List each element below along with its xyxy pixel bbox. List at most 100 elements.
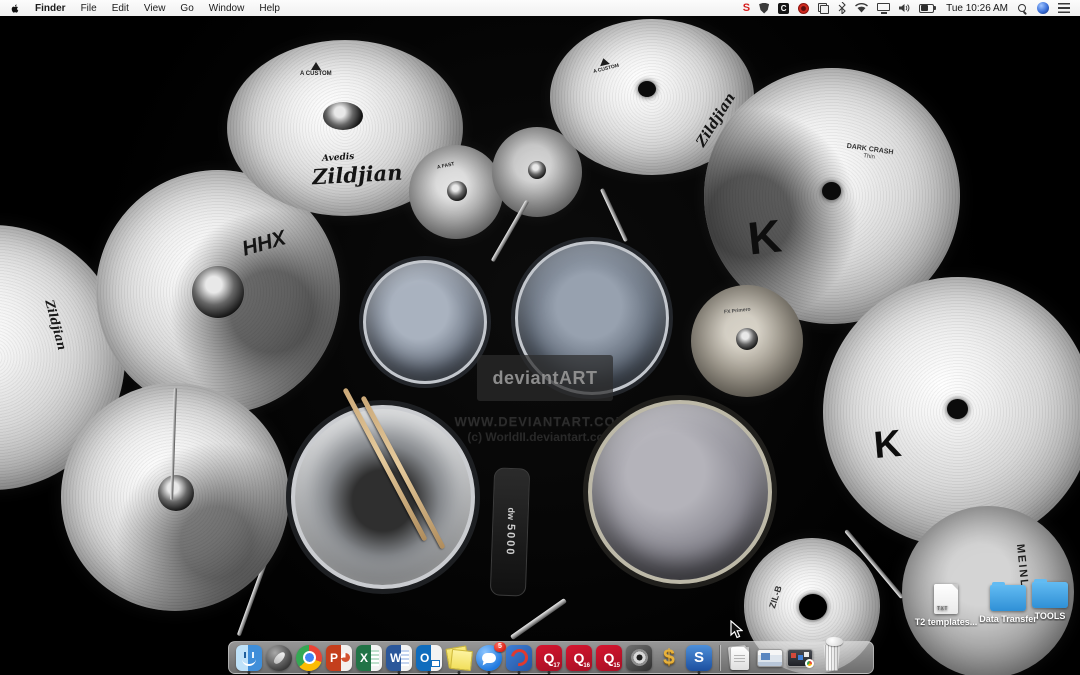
word-letter: W [390,652,401,664]
dock-word[interactable]: W [386,641,412,674]
shield-status-icon[interactable] [759,3,769,14]
floor-tom-drum [588,400,772,584]
dollar-letter: $ [663,647,675,668]
powerpoint-icon: P [326,645,352,671]
dollar-icon: $ [656,645,682,671]
dock-launchpad[interactable] [266,641,292,674]
running-indicator [548,671,551,674]
menu-window[interactable]: Window [209,3,245,14]
desktop-icon-tools[interactable]: TOOLS [1022,582,1078,621]
excel-letter: X [360,652,368,664]
desktop-icon-label: T2 templates... [913,617,979,627]
notification-badge: 5 [494,642,506,652]
running-indicator [698,671,701,674]
minimized-window-thumbnail [757,649,783,667]
wifi-icon[interactable] [855,3,868,13]
cymbal-k-dark-crash-k-logo: K [745,208,784,265]
running-indicator [488,671,491,674]
running-indicator [308,671,311,674]
quickbooks-version: 16 [583,663,590,669]
dock-chrome[interactable] [296,641,322,674]
dock-quickbooks-2015[interactable]: Q 15 [596,641,622,674]
dock-trash[interactable] [817,641,847,674]
tom-drum-1 [363,260,487,384]
quickbooks-version: 15 [613,663,620,669]
dock-excel[interactable]: X [356,641,382,674]
dock-finder[interactable] [236,641,262,674]
running-indicator [518,671,521,674]
bluetooth-icon[interactable] [838,2,846,14]
dock-quickbooks-2016[interactable]: Q 16 [566,641,592,674]
minimized-window-thumbnail [787,649,813,667]
menu-go[interactable]: Go [180,3,193,14]
cymbal-k-ride-k-logo: K [872,423,903,468]
dock-transfer[interactable] [506,641,532,674]
chrome-icon [296,645,322,671]
dock-minimized-window-2[interactable] [787,641,813,674]
cymbal-fx-primero [691,285,803,397]
carbonite-status-icon[interactable]: C [778,3,789,14]
dock-chat[interactable]: 5 [476,641,502,674]
running-indicator [428,671,431,674]
volume-icon[interactable] [899,3,910,13]
wallpaper-drumkit: Zildjian HHX A CUSTOM Avedis Zildjian A … [0,0,1080,675]
running-indicator [248,671,251,674]
cymbal-splash [409,145,503,239]
dock-system-preferences[interactable] [626,641,652,674]
dock-s-app[interactable]: S [686,641,712,674]
chat-bubble-icon: 5 [476,645,502,671]
folder-icon[interactable] [1032,582,1068,608]
running-indicator [458,671,461,674]
hardware-rod [510,598,567,640]
cymbal-a-custom-left-zildjian: Zildjian [311,160,403,190]
airplay-display-icon[interactable] [877,3,890,13]
skype-status-icon[interactable]: S [743,2,750,14]
battery-icon[interactable] [919,4,937,13]
quickbooks-2016-icon: Q 16 [566,645,592,671]
deviantart-watermark-url: WWW.DEVIANTART.COM [438,414,644,429]
quickbooks-2015-icon: Q 15 [596,645,622,671]
desktop-icon-label: TOOLS [1022,611,1078,621]
launchpad-rocket-icon [266,645,292,671]
dock-documents-stack[interactable] [727,641,753,674]
txt-file-badge: TXT [937,606,948,612]
menu-help[interactable]: Help [259,3,280,14]
quickbooks-2017-icon: Q 17 [536,645,562,671]
siri-icon[interactable] [1037,2,1049,14]
dock-divider [719,645,720,671]
running-indicator [398,671,401,674]
dock: P X W O 5 [228,641,874,674]
trash-paper [826,637,843,646]
gear-wheel-icon [626,645,652,671]
s-app-letter: S [694,650,704,665]
spotlight-search-icon[interactable] [1017,3,1028,14]
dock-outlook[interactable]: O [416,641,442,674]
menu-finder[interactable]: Finder [35,3,66,14]
notification-center-icon[interactable] [1058,3,1070,13]
apple-menu-icon[interactable] [10,3,20,14]
excel-icon: X [356,645,382,671]
clipboard-status-icon[interactable] [818,3,829,14]
desktop-icon-t2-templates[interactable]: TXT T2 templates... [913,584,979,627]
powerpoint-letter: P [330,652,338,664]
record-status-icon[interactable] [798,3,809,14]
menu-view[interactable]: View [144,3,166,14]
dock-minimized-window-1[interactable] [757,641,783,674]
sync-arrow-icon [506,645,532,671]
trash-basket-icon [822,645,843,671]
menu-file[interactable]: File [81,3,97,14]
text-file-icon[interactable]: TXT [934,584,958,614]
dock-stickies[interactable] [446,641,472,674]
outlook-letter: O [420,652,429,664]
pedal-dw5000-label: dw 5000 [503,507,517,556]
documents-stack-icon [727,645,753,671]
dock-powerpoint[interactable]: P [326,641,352,674]
menu-edit[interactable]: Edit [112,3,129,14]
deviantart-watermark-box: deviantART [477,355,613,401]
folder-icon[interactable] [990,585,1026,611]
cymbal-stand-rod [600,188,628,242]
dock-finance-dollar[interactable]: $ [656,641,682,674]
dock-quickbooks-2017[interactable]: Q 17 [536,641,562,674]
menu-bar-clock[interactable]: Tue 10:26 AM [946,3,1008,14]
menu-bar: Finder File Edit View Go Window Help S C [0,0,1080,16]
